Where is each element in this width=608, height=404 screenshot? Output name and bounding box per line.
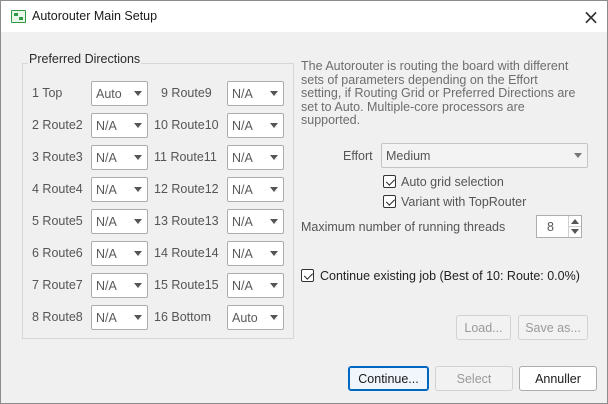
arrow-up-icon[interactable]	[571, 219, 579, 224]
layer-direction-select-10[interactable]: N/A	[227, 113, 284, 138]
chevron-down-icon	[270, 187, 278, 192]
title-bar: Autorouter Main Setup ×	[1, 1, 607, 32]
chevron-down-icon	[270, 315, 278, 320]
layer-direction-value-1: Auto	[96, 87, 122, 101]
layer-label-10: 10 Route10	[154, 118, 219, 132]
layer-direction-value-7: N/A	[96, 279, 117, 293]
chevron-down-icon	[134, 315, 142, 320]
layer-label-1: 1 Top	[32, 86, 63, 100]
layer-direction-select-2[interactable]: N/A	[91, 113, 148, 138]
layer-label-9: 9 Route9	[161, 86, 212, 100]
layer-direction-select-4[interactable]: N/A	[91, 177, 148, 202]
chevron-down-icon	[270, 283, 278, 288]
layer-direction-value-13: N/A	[232, 215, 253, 229]
layer-label-16: 16 Bottom	[154, 310, 211, 324]
close-icon[interactable]: ×	[575, 1, 607, 32]
layer-direction-value-10: N/A	[232, 119, 253, 133]
chevron-down-icon	[270, 155, 278, 160]
description-line: setting, if Routing Grid or Preferred Di…	[301, 86, 576, 101]
chevron-down-icon	[270, 91, 278, 96]
layer-label-6: 6 Route6	[32, 246, 83, 260]
layer-direction-select-9[interactable]: N/A	[227, 81, 284, 106]
chevron-down-icon	[270, 251, 278, 256]
layer-direction-value-6: N/A	[96, 247, 117, 261]
chevron-down-icon	[270, 219, 278, 224]
preferred-directions-title: Preferred Directions	[28, 52, 142, 66]
layer-direction-value-3: N/A	[96, 151, 117, 165]
layer-direction-select-1[interactable]: Auto	[91, 81, 148, 106]
continue-button[interactable]: Continue...	[348, 366, 429, 391]
autorouter-description: The Autorouter is routing the board with…	[301, 59, 591, 128]
layer-label-11: 11 Route11	[154, 150, 217, 164]
description-line: supported.	[301, 113, 361, 128]
layer-label-8: 8 Route8	[32, 310, 83, 324]
layer-label-4: 4 Route4	[32, 182, 83, 196]
chevron-down-icon	[270, 123, 278, 128]
layer-direction-value-11: N/A	[232, 151, 253, 165]
window-title: Autorouter Main Setup	[32, 9, 158, 23]
max-threads-spinner[interactable]: 8	[536, 215, 582, 238]
chevron-down-icon	[134, 219, 142, 224]
layer-direction-select-6[interactable]: N/A	[91, 241, 148, 266]
layer-direction-select-14[interactable]: N/A	[227, 241, 284, 266]
layer-direction-select-3[interactable]: N/A	[91, 145, 148, 170]
save-as-button[interactable]: Save as...	[518, 315, 588, 340]
layer-label-2: 2 Route2	[32, 118, 83, 132]
continue-job-checkbox[interactable]	[301, 269, 314, 282]
description-line: set to Auto. Multiple-core processors ar…	[301, 99, 525, 114]
layer-label-13: 13 Route13	[154, 214, 219, 228]
layer-direction-select-15[interactable]: N/A	[227, 273, 284, 298]
layer-direction-select-16[interactable]: Auto	[227, 305, 284, 330]
max-threads-label: Maximum number of running threads	[301, 220, 506, 234]
layer-direction-value-8: N/A	[96, 311, 117, 325]
layer-label-14: 14 Route14	[154, 246, 219, 260]
spinner-buttons[interactable]	[568, 216, 581, 237]
layer-direction-value-14: N/A	[232, 247, 253, 261]
continue-job-label: Continue existing job (Best of 10: Route…	[320, 269, 580, 283]
chevron-down-icon	[134, 155, 142, 160]
layer-direction-value-5: N/A	[96, 215, 117, 229]
layer-direction-select-11[interactable]: N/A	[227, 145, 284, 170]
chevron-down-icon	[134, 251, 142, 256]
autorouter-dialog: Autorouter Main Setup × Preferred Direct…	[0, 0, 608, 404]
layer-label-7: 7 Route7	[32, 278, 83, 292]
auto-grid-checkbox[interactable]	[383, 175, 396, 188]
chevron-down-icon	[574, 153, 582, 158]
variant-toprouter-label: Variant with TopRouter	[401, 195, 527, 209]
layer-label-12: 12 Route12	[154, 182, 219, 196]
layer-direction-value-12: N/A	[232, 183, 253, 197]
cancel-button[interactable]: Annuller	[519, 366, 597, 391]
layer-direction-value-4: N/A	[96, 183, 117, 197]
layer-direction-select-12[interactable]: N/A	[227, 177, 284, 202]
board-icon	[11, 10, 26, 23]
layer-direction-select-8[interactable]: N/A	[91, 305, 148, 330]
layer-direction-select-7[interactable]: N/A	[91, 273, 148, 298]
effort-select[interactable]: Medium	[381, 143, 588, 168]
variant-toprouter-checkbox[interactable]	[383, 195, 396, 208]
layer-direction-value-2: N/A	[96, 119, 117, 133]
layer-direction-value-9: N/A	[232, 87, 253, 101]
layer-direction-value-15: N/A	[232, 279, 253, 293]
chevron-down-icon	[134, 123, 142, 128]
select-button[interactable]: Select	[435, 366, 513, 391]
auto-grid-label: Auto grid selection	[401, 175, 504, 189]
layer-label-5: 5 Route5	[32, 214, 83, 228]
arrow-down-icon[interactable]	[571, 229, 579, 234]
layer-direction-select-5[interactable]: N/A	[91, 209, 148, 234]
description-line: sets of parameters depending on the Effo…	[301, 72, 538, 87]
chevron-down-icon	[134, 187, 142, 192]
spinner-divider	[569, 226, 581, 227]
layer-label-15: 15 Route15	[154, 278, 219, 292]
chevron-down-icon	[134, 283, 142, 288]
chevron-down-icon	[134, 91, 142, 96]
layer-direction-value-16: Auto	[232, 311, 258, 325]
description-line: The Autorouter is routing the board with…	[301, 59, 569, 73]
max-threads-value: 8	[547, 220, 554, 234]
effort-value: Medium	[386, 149, 431, 163]
load-button[interactable]: Load...	[456, 315, 511, 340]
layer-direction-select-13[interactable]: N/A	[227, 209, 284, 234]
effort-label: Effort	[343, 149, 373, 163]
layer-label-3: 3 Route3	[32, 150, 83, 164]
